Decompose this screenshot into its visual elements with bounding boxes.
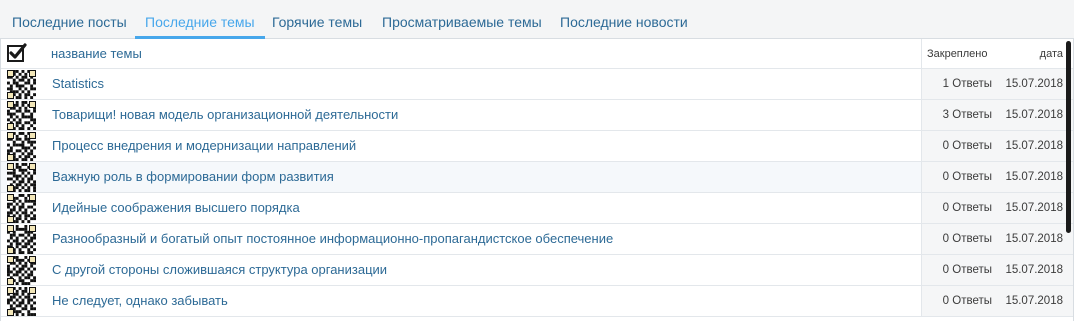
qr-avatar-icon xyxy=(7,163,36,192)
replies-count: 0 Ответы xyxy=(942,140,992,152)
replies-count: 0 Ответы xyxy=(942,264,992,276)
topic-date: 15.07.2018 xyxy=(1005,295,1063,307)
replies-count: 0 Ответы xyxy=(942,295,992,307)
qr-avatar-icon xyxy=(7,101,36,130)
tab-bar: Последние посты Последние темы Горячие т… xyxy=(0,0,1074,39)
replies-count: 0 Ответы xyxy=(942,233,992,245)
replies-count: 1 Ответы xyxy=(942,78,992,90)
topic-date: 15.07.2018 xyxy=(1005,140,1063,152)
meta-cell: 0 Ответы 15.07.2018 xyxy=(921,162,1073,192)
column-divider xyxy=(921,39,922,69)
topic-date: 15.07.2018 xyxy=(1005,78,1063,90)
column-header-date: дата xyxy=(1039,48,1063,60)
table-row[interactable]: Процесс внедрения и модернизации направл… xyxy=(1,131,1073,162)
table-row[interactable]: Statistics 1 Ответы 15.07.2018 xyxy=(1,69,1073,100)
topic-date: 15.07.2018 xyxy=(1005,109,1063,121)
topic-title-link[interactable]: Товарищи! новая модель организационной д… xyxy=(52,100,398,130)
meta-cell: 0 Ответы 15.07.2018 xyxy=(921,255,1073,285)
column-header-title: название темы xyxy=(51,46,142,61)
table-row[interactable]: Идейные соображения высшего порядка 0 Отв… xyxy=(1,193,1073,224)
meta-cell: 0 Ответы 15.07.2018 xyxy=(921,193,1073,223)
qr-avatar-icon xyxy=(7,256,36,285)
topic-date: 15.07.2018 xyxy=(1005,171,1063,183)
table-row[interactable]: Разнообразный и богатый опыт постоянное … xyxy=(1,224,1073,255)
topic-title-link[interactable]: Процесс внедрения и модернизации направл… xyxy=(52,131,356,161)
qr-avatar-icon xyxy=(7,132,36,161)
topic-title-link[interactable]: С другой стороны сложившаяся структура о… xyxy=(52,255,387,285)
tab-latest-news[interactable]: Последние новости xyxy=(550,0,698,38)
topic-title-link[interactable]: Важную роль в формировании форм развития xyxy=(52,162,334,192)
topic-date: 15.07.2018 xyxy=(1005,264,1063,276)
replies-count: 3 Ответы xyxy=(942,109,992,121)
meta-cell: 0 Ответы 15.07.2018 xyxy=(921,131,1073,161)
topic-date: 15.07.2018 xyxy=(1005,233,1063,245)
column-header-pinned: Закреплено xyxy=(927,48,988,60)
meta-cell: 1 Ответы 15.07.2018 xyxy=(921,69,1073,99)
table-row[interactable]: Важную роль в формировании форм развития… xyxy=(1,162,1073,193)
topic-title-link[interactable]: Не следует, однако забывать xyxy=(52,286,228,316)
checkbox-checked-icon xyxy=(6,42,28,64)
meta-cell: 0 Ответы 15.07.2018 xyxy=(921,286,1073,316)
tab-hot-topics[interactable]: Горячие темы xyxy=(262,0,372,38)
topic-title-link[interactable]: Statistics xyxy=(52,69,104,99)
qr-avatar-icon xyxy=(7,225,36,254)
topic-title-link[interactable]: Идейные соображения высшего порядка xyxy=(52,193,300,223)
latest-topics-widget: Последние посты Последние темы Горячие т… xyxy=(0,0,1074,321)
table-header: название темы Закреплено дата xyxy=(1,39,1073,69)
replies-count: 0 Ответы xyxy=(942,171,992,183)
qr-avatar-icon xyxy=(7,287,36,316)
topic-date: 15.07.2018 xyxy=(1005,202,1063,214)
tab-viewed-topics[interactable]: Просматриваемые темы xyxy=(372,0,552,38)
table-row[interactable]: С другой стороны сложившаяся структура о… xyxy=(1,255,1073,286)
tab-latest-posts[interactable]: Последние посты xyxy=(2,0,137,38)
qr-avatar-icon xyxy=(7,70,36,99)
tab-latest-topics[interactable]: Последние темы xyxy=(135,0,265,39)
topics-table: название темы Закреплено дата Statistics… xyxy=(0,39,1074,321)
meta-cell: 3 Ответы 15.07.2018 xyxy=(921,100,1073,130)
topic-title-link[interactable]: Разнообразный и богатый опыт постоянное … xyxy=(52,224,613,254)
meta-cell: 0 Ответы 15.07.2018 xyxy=(921,224,1073,254)
qr-avatar-icon xyxy=(7,194,36,223)
table-row[interactable]: Не следует, однако забывать 0 Ответы 15.07… xyxy=(1,286,1073,317)
replies-count: 0 Ответы xyxy=(942,202,992,214)
table-row[interactable]: Товарищи! новая модель организационной д… xyxy=(1,100,1073,131)
scrollbar[interactable] xyxy=(1066,41,1071,233)
